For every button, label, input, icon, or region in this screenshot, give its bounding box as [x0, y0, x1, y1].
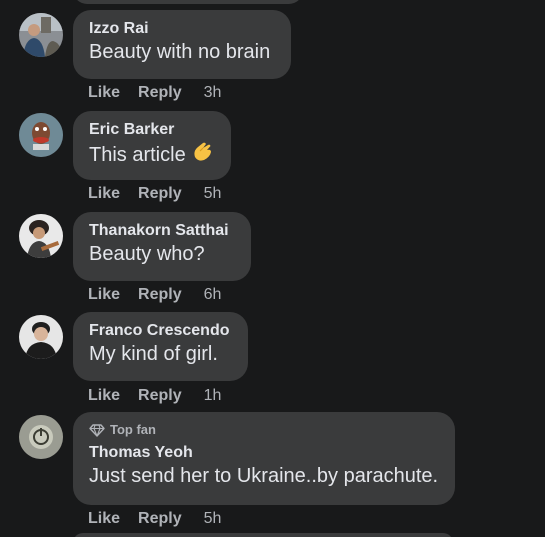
comment-author[interactable]: Thomas Yeoh [89, 443, 439, 463]
comment-author[interactable]: Franco Crescendo [89, 321, 232, 341]
comment-author[interactable]: Eric Barker [89, 120, 215, 140]
comment-bubble: Franco Crescendo My kind of girl. [73, 312, 248, 381]
comment-timestamp[interactable]: 1h [204, 387, 222, 405]
reply-button[interactable]: Reply [138, 286, 182, 304]
avatar[interactable] [19, 315, 63, 359]
diamond-icon [89, 423, 105, 437]
comment-actions: Like Reply 1h [88, 386, 221, 406]
comment-text: This article [89, 140, 215, 171]
comment-timestamp[interactable]: 5h [204, 510, 222, 528]
comment-bubble: Thanakorn Satthai Beauty who? [73, 212, 251, 281]
comment-actions: Like Reply 6h [88, 285, 221, 305]
pinching-hand-icon [190, 140, 214, 171]
comment-author[interactable]: Izzo Rai [89, 19, 275, 39]
comment-bubble: Eric Barker This article [73, 111, 231, 180]
comment-actions: Like Reply 5h [88, 184, 221, 204]
avatar-image [19, 13, 63, 57]
reply-button[interactable]: Reply [138, 510, 182, 528]
avatar-image [19, 315, 63, 359]
comment-bubble: Top fan Thomas Yeoh Just send her to Ukr… [73, 412, 455, 505]
like-button[interactable]: Like [88, 84, 120, 102]
comment-text: My kind of girl. [89, 343, 218, 365]
like-button[interactable]: Like [88, 510, 120, 528]
reply-button[interactable]: Reply [138, 84, 182, 102]
like-button[interactable]: Like [88, 387, 120, 405]
comment-timestamp[interactable]: 3h [204, 84, 222, 102]
badge-label: Top fan [110, 422, 156, 437]
avatar-image [19, 415, 63, 459]
comment-timestamp[interactable]: 6h [204, 286, 222, 304]
avatar[interactable] [19, 214, 63, 258]
like-button[interactable]: Like [88, 286, 120, 304]
comment-actions: Like Reply 5h [88, 509, 221, 529]
comments-panel: Izzo Rai Beauty with no brain Like Reply… [0, 0, 545, 537]
avatar[interactable] [19, 415, 63, 459]
reply-button[interactable]: Reply [138, 387, 182, 405]
comment-actions: Like Reply 3h [88, 83, 221, 103]
avatar[interactable] [19, 13, 63, 57]
next-comment-bubble-edge [73, 533, 453, 537]
comment-text: Beauty with no brain [89, 41, 271, 63]
reply-button[interactable]: Reply [138, 185, 182, 203]
like-button[interactable]: Like [88, 185, 120, 203]
comment-text: Beauty who? [89, 243, 205, 265]
top-fan-badge[interactable]: Top fan [89, 421, 439, 438]
comment-timestamp[interactable]: 5h [204, 185, 222, 203]
previous-comment-bubble-edge [73, 0, 303, 4]
avatar[interactable] [19, 113, 63, 157]
avatar-image [19, 113, 63, 157]
comment-author[interactable]: Thanakorn Satthai [89, 221, 235, 241]
comment-text: Just send her to Ukraine..by parachute. [89, 465, 439, 487]
comment-bubble: Izzo Rai Beauty with no brain [73, 10, 291, 79]
avatar-image [19, 214, 63, 258]
